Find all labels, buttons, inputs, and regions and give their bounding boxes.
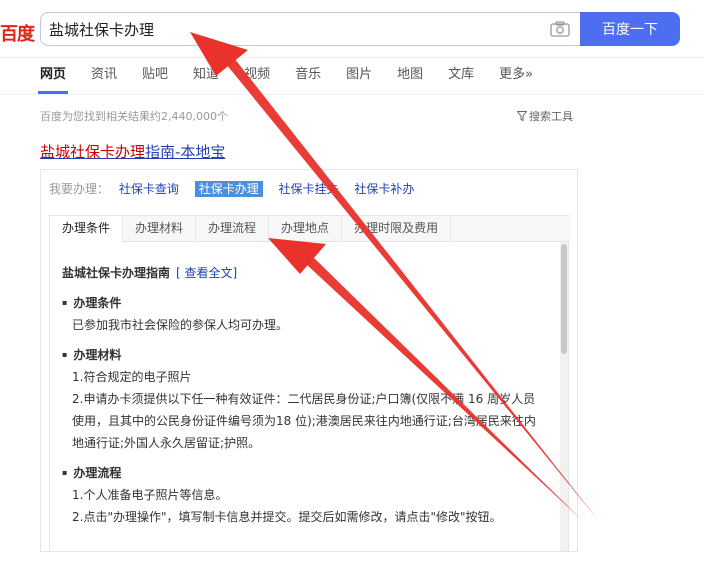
link-card-reissue[interactable]: 社保卡补办 — [354, 182, 414, 196]
view-full-link[interactable]: [ 查看全文] — [176, 266, 237, 280]
tab-wenku[interactable]: 文库 — [448, 58, 474, 94]
section-text: 1.符合规定的电子照片 — [72, 370, 192, 384]
section-text: 2.申请办卡须提供以下任一种有效证件：二代居民身份证;户口簿(仅限不满 16 周… — [72, 392, 536, 450]
filter-icon — [517, 111, 527, 121]
result-count: 百度为您找到相关结果约2,440,000个 — [40, 110, 228, 123]
tab-conditions[interactable]: 办理条件 — [50, 216, 124, 243]
search-input[interactable] — [49, 13, 539, 45]
tab-music[interactable]: 音乐 — [295, 58, 321, 94]
tab-images[interactable]: 图片 — [346, 58, 372, 94]
search-box[interactable] — [40, 12, 580, 46]
result-card: 我要办理： 社保卡查询 社保卡办理 社保卡挂失 社保卡补办 办理条件 办理材料 … — [40, 169, 578, 552]
search-tools-button[interactable]: 搜索工具 — [517, 108, 573, 124]
tab-time-fees[interactable]: 办理时限及费用 — [342, 216, 452, 241]
guide-panel: 办理条件 办理材料 办理流程 办理地点 办理时限及费用 盐城社保卡办理指南 [ 查… — [49, 215, 570, 551]
search-tools-label: 搜索工具 — [529, 110, 573, 123]
result-title-highlight: 盐城社保卡办理 — [40, 143, 146, 161]
result-title-rest: 指南-本地宝 — [145, 143, 226, 161]
guide-tabs: 办理条件 办理材料 办理流程 办理地点 办理时限及费用 — [50, 216, 570, 243]
tab-materials[interactable]: 办理材料 — [123, 216, 197, 241]
tab-video[interactable]: 视频 — [244, 58, 270, 94]
tab-tieba[interactable]: 贴吧 — [142, 58, 168, 94]
guide-title-text: 盐城社保卡办理指南 — [62, 266, 171, 280]
section-text: 已参加我市社会保险的参保人均可办理。 — [72, 318, 289, 332]
guide-scrollbar[interactable] — [560, 242, 568, 551]
section-heading: 办理条件 — [62, 292, 542, 314]
guide-title: 盐城社保卡办理指南 [ 查看全文] — [62, 262, 542, 284]
card-label: 我要办理： — [49, 182, 110, 196]
baidu-logo[interactable]: 百度 — [0, 20, 35, 46]
search-tabs: 网页 资讯 贴吧 知道 视频 音乐 图片 地图 文库 更多» — [37, 58, 558, 94]
section-process: 办理流程 1.个人准备电子照片等信息。 2.点击"办理操作"，填写制卡信息并提交… — [62, 462, 542, 528]
link-card-query[interactable]: 社保卡查询 — [119, 182, 179, 196]
guide-content: 盐城社保卡办理指南 [ 查看全文] 办理条件 已参加我市社会保险的参保人均可办理。… — [62, 262, 542, 536]
tabs-divider — [0, 94, 703, 95]
tab-process[interactable]: 办理流程 — [196, 216, 270, 241]
link-card-apply[interactable]: 社保卡办理 — [194, 181, 263, 197]
section-heading: 办理材料 — [62, 344, 542, 366]
tab-location[interactable]: 办理地点 — [269, 216, 343, 241]
result-title-link[interactable]: 盐城社保卡办理指南-本地宝 — [40, 141, 225, 162]
section-materials: 办理材料 1.符合规定的电子照片 2.申请办卡须提供以下任一种有效证件：二代居民… — [62, 344, 542, 454]
section-text: 2.点击"办理操作"，填写制卡信息并提交。提交后如需修改，请点击"修改"按钮。 — [72, 510, 502, 524]
scroll-thumb[interactable] — [561, 244, 567, 354]
tab-web[interactable]: 网页 — [37, 58, 69, 94]
link-card-report-loss[interactable]: 社保卡挂失 — [279, 182, 339, 196]
section-conditions: 办理条件 已参加我市社会保险的参保人均可办理。 — [62, 292, 542, 336]
tab-zhidao[interactable]: 知道 — [193, 58, 219, 94]
section-heading: 办理流程 — [62, 462, 542, 484]
section-text: 1.个人准备电子照片等信息。 — [72, 488, 228, 502]
search-button[interactable]: 百度一下 — [580, 12, 680, 46]
tab-map[interactable]: 地图 — [397, 58, 423, 94]
camera-icon[interactable] — [550, 21, 570, 37]
top-bar: 百度 百度一下 — [0, 0, 703, 58]
card-header: 我要办理： 社保卡查询 社保卡办理 社保卡挂失 社保卡补办 — [49, 180, 426, 197]
tab-more[interactable]: 更多» — [499, 58, 533, 94]
tab-news[interactable]: 资讯 — [91, 58, 117, 94]
